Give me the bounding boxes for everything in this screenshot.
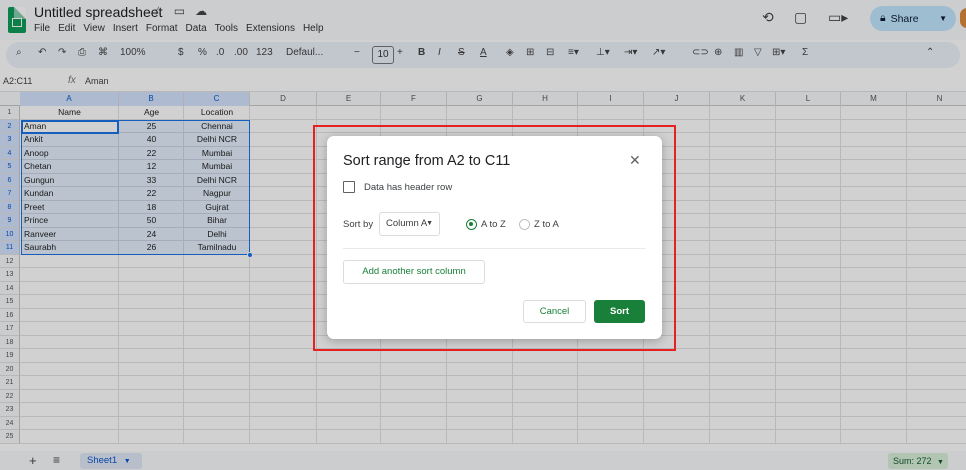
header-row-label[interactable]: Data has header row — [364, 182, 452, 193]
sort-range-dialog: Sort range from A2 to C11 ✕ Data has hea… — [327, 136, 662, 339]
sort-column-value: Column A — [386, 218, 428, 229]
sort-by-label: Sort by — [343, 219, 374, 230]
radio-z-to-a[interactable] — [519, 219, 530, 230]
sort-button[interactable]: Sort — [594, 300, 645, 323]
close-icon[interactable]: ✕ — [629, 152, 641, 169]
dialog-divider — [343, 248, 646, 249]
header-row-checkbox[interactable] — [343, 181, 355, 193]
sort-column-select[interactable]: Column A ▼ — [379, 212, 440, 236]
radio-a-to-z[interactable] — [466, 219, 477, 230]
a-to-z-label[interactable]: A to Z — [481, 219, 506, 230]
cancel-button[interactable]: Cancel — [523, 300, 586, 323]
dialog-title: Sort range from A2 to C11 — [343, 153, 511, 169]
chevron-down-icon: ▼ — [426, 220, 433, 227]
z-to-a-label[interactable]: Z to A — [534, 219, 559, 230]
add-sort-column-button[interactable]: Add another sort column — [343, 260, 485, 284]
sheets-app: Untitled spreadsheet ☆▭☁ File Edit View Ins… — [0, 0, 966, 470]
